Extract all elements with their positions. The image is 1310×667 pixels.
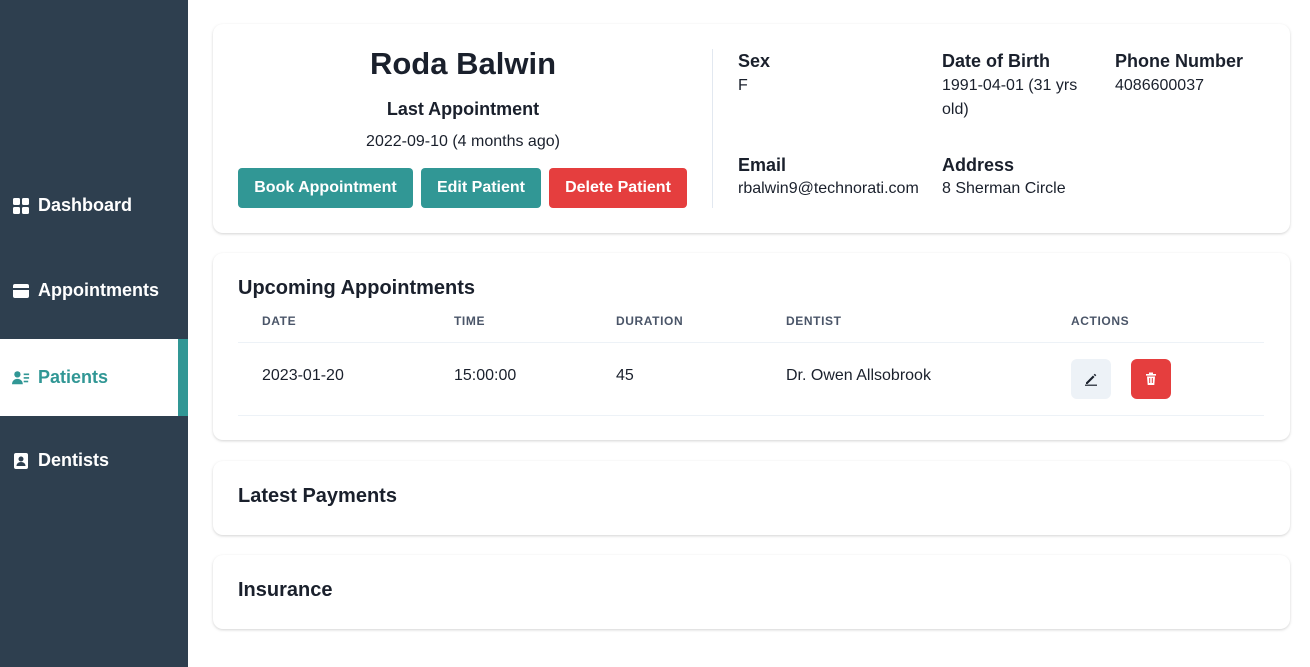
- delete-patient-button[interactable]: Delete Patient: [549, 168, 687, 208]
- profile-divider: [712, 49, 713, 208]
- column-header-actions: ACTIONS: [1071, 314, 1130, 328]
- column-header-date: DATE: [262, 314, 297, 328]
- insurance-title: Insurance: [238, 579, 333, 601]
- sidebar-item-dashboard[interactable]: Dashboard: [0, 167, 188, 244]
- grid-icon: [12, 197, 30, 215]
- address-label: Address: [942, 155, 1015, 175]
- cell-dentist: Dr. Owen Allsobrook: [786, 367, 931, 384]
- sex-value: F: [738, 77, 748, 94]
- patient-profile-card: Roda Balwin Last Appointment 2022-09-10 …: [213, 24, 1290, 233]
- latest-payments-title: Latest Payments: [238, 485, 397, 507]
- trash-icon: [1146, 372, 1156, 385]
- wallet-icon: [12, 282, 30, 300]
- phone-label: Phone Number: [1115, 51, 1244, 71]
- book-appointment-button[interactable]: Book Appointment: [238, 168, 413, 208]
- sidebar-item-label: Dentists: [38, 450, 110, 470]
- sidebar-item-dentists[interactable]: Dentists: [0, 422, 188, 499]
- insurance-card: Insurance: [213, 555, 1290, 629]
- column-header-time: TIME: [454, 314, 486, 328]
- column-header-duration: DURATION: [616, 314, 684, 328]
- cell-duration: 45: [616, 367, 634, 384]
- address-value: 8 Sherman Circle: [942, 180, 1066, 197]
- last-appointment-value: 2022-09-10 (4 months ago): [366, 133, 560, 150]
- patient-name: Roda Balwin: [369, 46, 556, 81]
- cell-time: 15:00:00: [454, 367, 517, 384]
- dob-label: Date of Birth: [942, 51, 1050, 71]
- id-badge-icon: [12, 452, 30, 470]
- latest-payments-card: Latest Payments: [213, 461, 1290, 535]
- sidebar-item-label: Dashboard: [38, 195, 133, 215]
- edit-appointment-button[interactable]: [1071, 359, 1111, 399]
- dob-value-line2: old): [942, 101, 969, 118]
- table-divider: [238, 415, 1264, 416]
- sidebar-item-label: Patients: [38, 367, 109, 387]
- sidebar-item-appointments[interactable]: Appointments: [0, 252, 188, 329]
- edit-patient-button[interactable]: Edit Patient: [421, 168, 541, 208]
- users-icon: [12, 369, 30, 387]
- sex-label: Sex: [738, 51, 771, 71]
- pencil-icon: [1085, 373, 1097, 386]
- sidebar: Dashboard Appointments Patients Dentists: [0, 0, 188, 667]
- upcoming-appointments-title: Upcoming Appointments: [238, 277, 476, 299]
- table-divider: [238, 342, 1264, 343]
- email-value: rbalwin9@technorati.com: [738, 180, 919, 197]
- cell-date: 2023-01-20: [262, 367, 344, 384]
- email-label: Email: [738, 155, 787, 175]
- dob-value: 1991-04-01 (31 yrs old): [942, 74, 1077, 122]
- dob-value-line1: 1991-04-01 (31 yrs: [942, 77, 1078, 94]
- last-appointment-label: Last Appointment: [386, 99, 540, 119]
- sidebar-item-patients[interactable]: Patients: [0, 339, 188, 416]
- sidebar-item-label: Appointments: [38, 280, 159, 300]
- phone-value: 4086600037: [1115, 77, 1204, 94]
- delete-appointment-button[interactable]: [1131, 359, 1171, 399]
- column-header-dentist: DENTIST: [786, 314, 842, 328]
- profile-summary: Roda Balwin Last Appointment 2022-09-10 …: [213, 24, 713, 233]
- upcoming-appointments-card: Upcoming Appointments DATE TIME DURATION…: [213, 253, 1290, 440]
